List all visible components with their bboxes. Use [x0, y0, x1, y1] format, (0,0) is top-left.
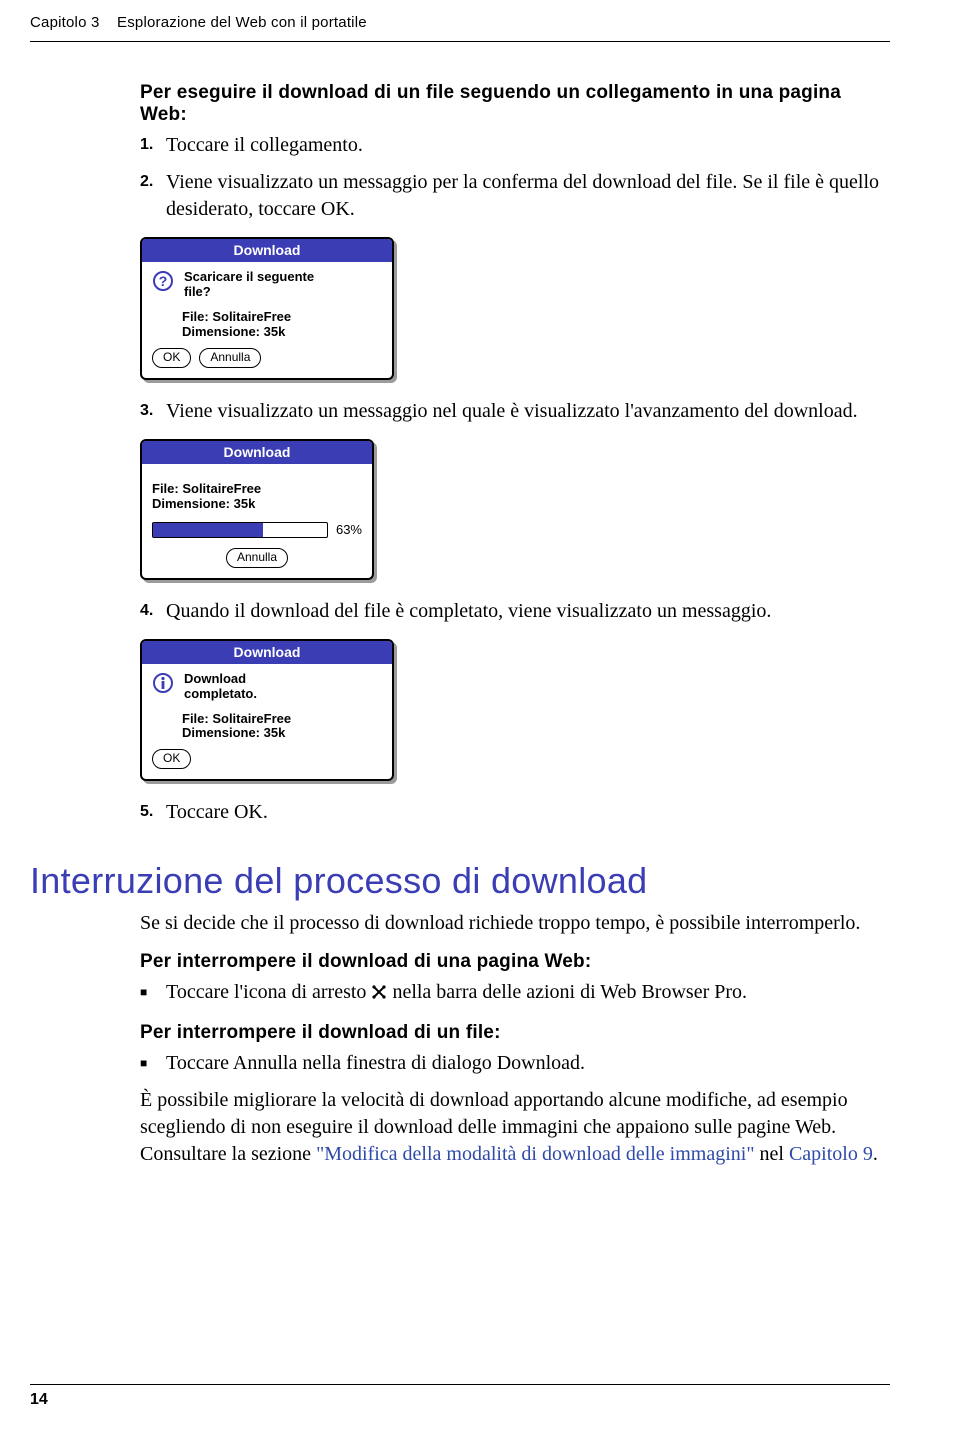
step-text: Quando il download del file è completato…: [166, 600, 771, 622]
ok-button[interactable]: OK: [152, 348, 191, 368]
step-list: 5. Toccare OK.: [140, 799, 890, 826]
step-item: 2. Viene visualizzato un messaggio per l…: [140, 169, 890, 223]
file-label: File: SolitaireFree: [152, 481, 261, 496]
list-item: Toccare l'icona di arresto nella barra d…: [140, 979, 890, 1008]
progress-fill: [153, 523, 263, 537]
ok-button[interactable]: OK: [152, 749, 191, 769]
step-item: 1. Toccare il collegamento.: [140, 132, 890, 159]
bullet-list: Toccare Annulla nella finestra di dialog…: [140, 1050, 890, 1077]
stop-icon: [371, 983, 392, 1005]
procedure-heading: Per eseguire il download di un file segu…: [140, 82, 890, 126]
size-label: Dimensione: 35k: [152, 496, 255, 511]
msg-line: completato.: [184, 686, 257, 701]
bullet-text: nella barra delle azioni di Web Browser …: [392, 981, 747, 1003]
step-text: Viene visualizzato un messaggio per la c…: [166, 171, 879, 220]
question-icon: ?: [152, 270, 176, 300]
step-number: 5.: [140, 801, 153, 823]
file-info: File: SolitaireFree Dimensione: 35k: [152, 482, 362, 512]
running-head: Capitolo 3 Esplorazione del Web con il p…: [30, 10, 890, 42]
file-label: File: SolitaireFree: [182, 309, 291, 324]
step-item: 5. Toccare OK.: [140, 799, 890, 826]
procedure-heading: Per interrompere il download di un file:: [140, 1022, 890, 1044]
download-complete-dialog: Download Download completato. File: Soli…: [140, 639, 394, 782]
step-item: 4. Quando il download del file è complet…: [140, 598, 890, 625]
dialog-title: Download: [142, 641, 392, 664]
page-number: 14: [30, 1391, 48, 1408]
list-item: Toccare Annulla nella finestra di dialog…: [140, 1050, 890, 1077]
file-info: File: SolitaireFree Dimensione: 35k: [182, 712, 382, 742]
download-confirm-dialog: Download ? Scaricare il seguente file? F…: [140, 237, 394, 380]
info-icon: [152, 672, 176, 702]
body-text: nel: [755, 1143, 789, 1165]
step-list: 3. Viene visualizzato un messaggio nel q…: [140, 398, 890, 425]
msg-line: Download: [184, 671, 246, 686]
file-label: File: SolitaireFree: [182, 711, 291, 726]
dialog-message: Download completato.: [184, 672, 257, 702]
step-list: 1. Toccare il collegamento. 2. Viene vis…: [140, 132, 890, 223]
dialog-title: Download: [142, 441, 372, 464]
cancel-button[interactable]: Annulla: [226, 548, 288, 568]
step-text: Toccare OK.: [166, 801, 268, 823]
size-label: Dimensione: 35k: [182, 324, 285, 339]
step-item: 3. Viene visualizzato un messaggio nel q…: [140, 398, 890, 425]
msg-line: file?: [184, 284, 211, 299]
bullet-text: Toccare Annulla nella finestra di dialog…: [166, 1052, 585, 1074]
step-number: 2.: [140, 171, 153, 193]
step-number: 1.: [140, 134, 153, 156]
page-footer: 14: [30, 1384, 890, 1409]
step-number: 4.: [140, 600, 153, 622]
msg-line: Scaricare il seguente: [184, 269, 314, 284]
dialog-content: Download completato. File: SolitaireFree…: [142, 664, 392, 780]
cross-ref-link[interactable]: Capitolo 9: [789, 1143, 873, 1165]
chapter-label: Capitolo 3: [30, 14, 100, 31]
body-column: Per eseguire il download di un file segu…: [140, 82, 890, 1168]
section-heading: Interruzione del processo di download: [30, 860, 890, 902]
download-progress-dialog: Download File: SolitaireFree Dimensione:…: [140, 439, 374, 580]
size-label: Dimensione: 35k: [182, 725, 285, 740]
dialog-content: File: SolitaireFree Dimensione: 35k 63% …: [142, 464, 372, 578]
progress-bar: [152, 522, 328, 538]
page: Capitolo 3 Esplorazione del Web con il p…: [0, 0, 960, 1431]
body-paragraph: Se si decide che il processo di download…: [140, 910, 890, 937]
bullet-list: Toccare l'icona di arresto nella barra d…: [140, 979, 890, 1008]
chapter-title: Esplorazione del Web con il portatile: [117, 14, 367, 31]
step-text: Toccare il collegamento.: [166, 134, 363, 156]
svg-text:?: ?: [159, 273, 168, 289]
bullet-text: Toccare l'icona di arresto: [166, 981, 371, 1003]
step-list: 4. Quando il download del file è complet…: [140, 598, 890, 625]
cross-ref-link[interactable]: "Modifica della modalità di download del…: [316, 1143, 754, 1165]
body-paragraph: È possibile migliorare la velocità di do…: [140, 1087, 890, 1168]
dialog-content: ? Scaricare il seguente file? File: Soli…: [142, 262, 392, 378]
cancel-button[interactable]: Annulla: [199, 348, 261, 368]
step-text: Viene visualizzato un messaggio nel qual…: [166, 400, 858, 422]
procedure-heading: Per interrompere il download di una pagi…: [140, 951, 890, 973]
step-number: 3.: [140, 400, 153, 422]
dialog-title: Download: [142, 239, 392, 262]
dialog-message: Scaricare il seguente file?: [184, 270, 314, 300]
file-info: File: SolitaireFree Dimensione: 35k: [182, 310, 382, 340]
body-text: .: [873, 1143, 878, 1165]
progress-percent: 63%: [336, 522, 362, 537]
